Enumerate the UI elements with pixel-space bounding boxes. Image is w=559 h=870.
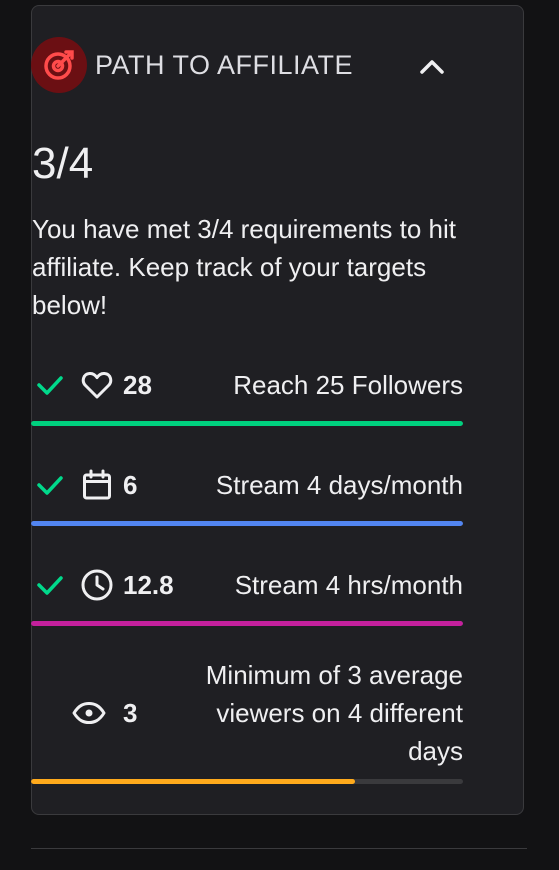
panel-header: PATH TO AFFILIATE — [31, 37, 471, 93]
requirement-label: Stream 4 days/month — [215, 469, 463, 500]
requirement-value: 12.8 — [123, 569, 174, 600]
requirement-row: 28 Reach 25 Followers — [31, 366, 463, 404]
chevron-up-icon — [420, 60, 444, 74]
requirement-progress-fill — [31, 779, 355, 784]
requirement-progress-bar — [31, 779, 463, 784]
clock-icon — [77, 566, 117, 604]
check-icon — [31, 566, 69, 604]
requirement-value: 6 — [123, 469, 138, 500]
requirement-row: 3 Minimum of 3 average viewers on 4 diff… — [31, 656, 463, 770]
requirement-progress-fill — [31, 521, 463, 526]
section-divider — [31, 848, 527, 849]
requirement-row: 6 Stream 4 days/month — [31, 466, 463, 504]
requirement-label: Reach 25 Followers — [233, 369, 463, 400]
collapse-button[interactable] — [414, 53, 450, 81]
requirement-progress-bar — [31, 421, 463, 426]
requirement-progress-fill — [31, 621, 463, 626]
check-icon — [31, 466, 69, 504]
calendar-icon — [77, 466, 117, 504]
requirement-label: Minimum of 3 average viewers on 4 differ… — [205, 660, 463, 766]
requirement-row: 12.8 Stream 4 hrs/month — [31, 566, 463, 604]
requirement-progress-bar — [31, 521, 463, 526]
requirements-summary: You have met 3/4 requirements to hit aff… — [32, 214, 456, 320]
heart-icon — [77, 366, 117, 404]
requirement-progress-fill — [31, 421, 463, 426]
requirement-label: Stream 4 hrs/month — [234, 569, 463, 600]
requirement-progress-bar — [31, 621, 463, 626]
requirement-value: 28 — [123, 369, 152, 400]
panel-title: PATH TO AFFILIATE — [95, 49, 354, 80]
target-badge — [31, 37, 87, 93]
check-icon — [31, 366, 69, 404]
requirements-progress-count: 3/4 — [32, 139, 94, 188]
target-icon — [44, 50, 74, 80]
eye-icon — [69, 694, 109, 732]
requirement-value: 3 — [123, 697, 138, 728]
